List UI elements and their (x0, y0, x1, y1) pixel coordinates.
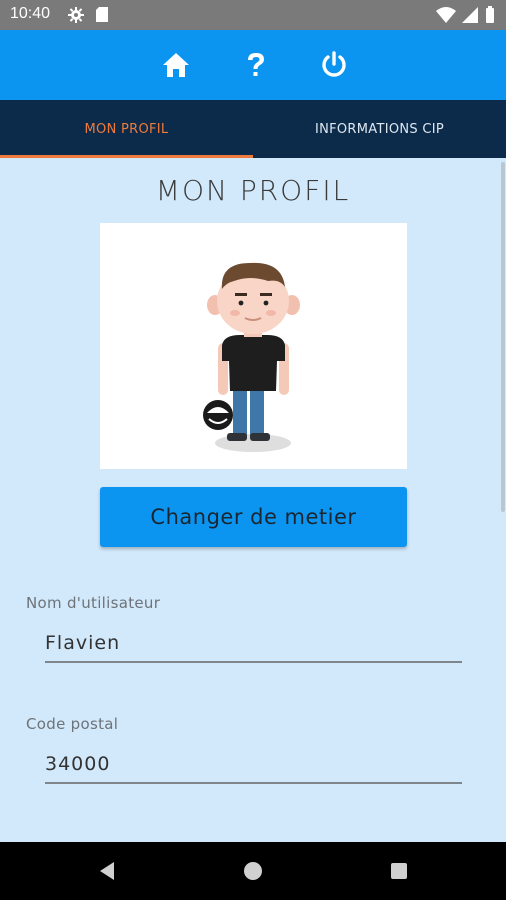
scrollbar[interactable] (501, 162, 505, 512)
recents-icon[interactable] (384, 856, 414, 886)
tab-bar: MON PROFIL INFORMATIONS CIP (0, 100, 506, 158)
gear-icon (68, 7, 84, 23)
tab-informations-cip[interactable]: INFORMATIONS CIP (253, 100, 506, 158)
battery-icon (486, 8, 494, 23)
tab-mon-profil-label: MON PROFIL (84, 121, 169, 137)
back-icon[interactable] (92, 856, 122, 886)
username-label: Nom d'utilisateur (26, 594, 161, 612)
sd-card-icon (96, 7, 108, 22)
status-bar: 10:40 (0, 0, 506, 30)
home-icon[interactable] (161, 50, 191, 80)
username-field[interactable] (45, 625, 462, 663)
wifi-icon (436, 7, 456, 23)
home-circle-icon[interactable] (238, 856, 268, 886)
postal-code-field[interactable] (45, 746, 462, 784)
postal-code-label: Code postal (26, 715, 119, 733)
status-time: 10:40 (10, 5, 51, 22)
power-icon[interactable] (319, 50, 349, 80)
tab-informations-cip-label: INFORMATIONS CIP (314, 121, 445, 137)
avatar-illustration (203, 262, 300, 452)
tab-mon-profil[interactable]: MON PROFIL (0, 100, 253, 158)
status-right-icons (436, 6, 494, 23)
signal-icon (462, 7, 478, 23)
app-bar (0, 30, 506, 100)
profile-content[interactable]: MON PROFIL Changer de metier Nom d'utili… (0, 158, 506, 842)
change-job-button[interactable]: Changer de metier (100, 487, 407, 547)
help-icon[interactable] (241, 50, 271, 80)
page-title: MON PROFIL (155, 174, 351, 207)
avatar-card (100, 223, 407, 469)
system-nav-bar (0, 842, 506, 900)
